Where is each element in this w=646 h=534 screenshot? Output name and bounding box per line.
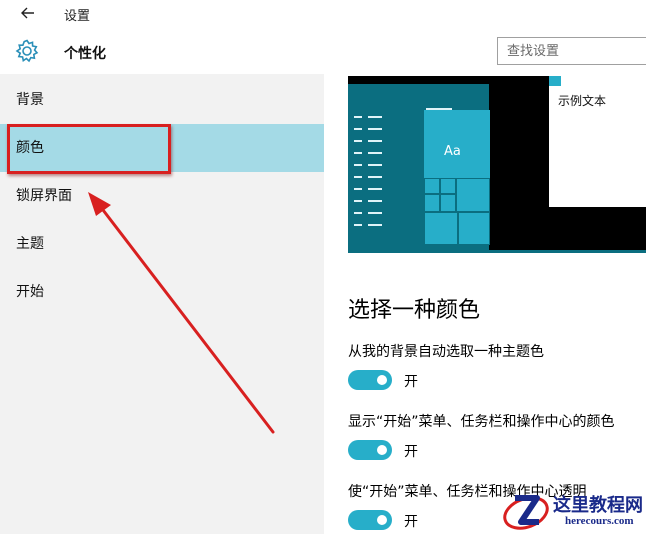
preview-tile-large: Aa bbox=[424, 110, 490, 178]
gear-icon bbox=[14, 38, 40, 64]
section-title: 选择一种颜色 bbox=[348, 298, 481, 323]
sidebar-item-background[interactable]: 背景 bbox=[0, 76, 324, 124]
page-header: 个性化 bbox=[0, 28, 646, 74]
search-box[interactable] bbox=[497, 37, 646, 65]
sidebar-item-label: 锁屏界面 bbox=[16, 188, 72, 204]
toggle-state-auto-accent: 开 bbox=[404, 374, 418, 390]
back-arrow-icon[interactable] bbox=[18, 4, 38, 22]
toggle-knob bbox=[377, 445, 387, 455]
option-label-auto-accent: 从我的背景自动选取一种主题色 bbox=[348, 344, 544, 360]
watermark-text: 这里教程网 bbox=[553, 495, 643, 516]
option-label-show-color: 显示“开始”菜单、任务栏和操作中心的颜色 bbox=[348, 414, 615, 430]
sidebar-item-lock-screen[interactable]: 锁屏界面 bbox=[0, 172, 324, 220]
sidebar-item-label: 主题 bbox=[16, 236, 44, 252]
toggle-show-color[interactable] bbox=[348, 440, 392, 460]
toggle-state-transparency: 开 bbox=[404, 514, 418, 530]
start-menu-preview: Aa bbox=[348, 84, 490, 253]
toggle-transparency[interactable] bbox=[348, 510, 392, 530]
sidebar-item-label: 开始 bbox=[16, 284, 44, 300]
window-title: 设置 bbox=[64, 9, 91, 24]
toggle-knob bbox=[377, 515, 387, 525]
color-preview: Aa 示例文本 bbox=[348, 76, 646, 253]
preview-tile-label: Aa bbox=[444, 144, 461, 159]
annotation-highlight-box bbox=[7, 124, 171, 174]
search-input[interactable] bbox=[498, 38, 646, 64]
sidebar-item-start[interactable]: 开始 bbox=[0, 268, 324, 316]
sidebar-item-label: 背景 bbox=[16, 92, 44, 108]
preview-sample-text: 示例文本 bbox=[558, 94, 607, 108]
sidebar-item-themes[interactable]: 主题 bbox=[0, 220, 324, 268]
title-bar: 设置 bbox=[0, 0, 646, 28]
toggle-knob bbox=[377, 375, 387, 385]
toggle-state-show-color: 开 bbox=[404, 444, 418, 460]
page-title: 个性化 bbox=[64, 46, 106, 62]
watermark: 这里教程网 herecours.com bbox=[501, 488, 646, 534]
preview-window: 示例文本 bbox=[549, 76, 646, 207]
toggle-auto-accent[interactable] bbox=[348, 370, 392, 390]
watermark-logo-icon bbox=[503, 495, 549, 530]
watermark-url: herecours.com bbox=[565, 515, 634, 527]
main-content: Aa 示例文本 选择一种颜色 从我的背景自动选取一种主题色 开 显示“开始”菜单… bbox=[324, 74, 646, 534]
